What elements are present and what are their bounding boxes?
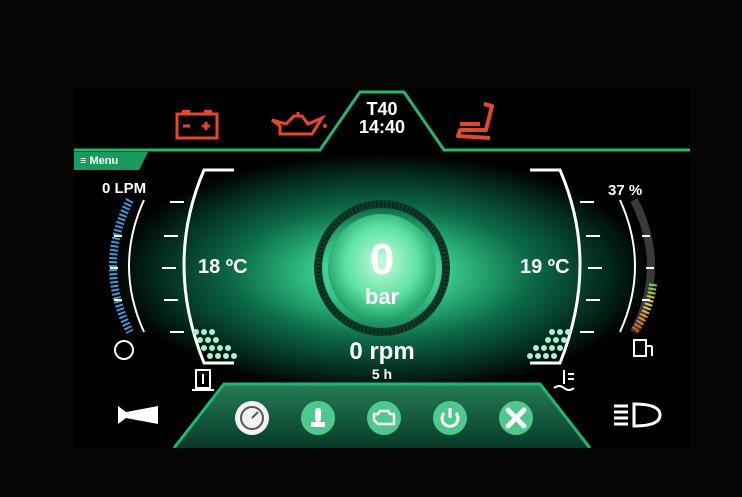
seat-warning-icon <box>452 102 500 142</box>
left-temp-readout: 18 ºC <box>198 256 248 278</box>
fuel-pump-icon <box>633 339 653 357</box>
device-bezel: T40 14:40 ≡ Menu 0 LPM 37 % 18 ºC 19 ºC … <box>0 0 742 497</box>
pressure-value: 0 <box>369 235 395 284</box>
hydraulic-oil-icon <box>192 369 214 391</box>
headlight-icon <box>614 402 662 428</box>
hour-meter: 5 h <box>371 366 393 382</box>
horn-icon <box>118 406 158 424</box>
gauges-button[interactable] <box>234 400 270 436</box>
clock: 14:40 <box>358 117 406 137</box>
power-icon <box>433 401 467 435</box>
speedometer-icon <box>235 401 269 435</box>
vehicle-id: T40 <box>366 99 398 119</box>
joystick-icon <box>301 401 335 435</box>
engine-button[interactable] <box>366 400 402 436</box>
oil-pressure-warning-icon <box>268 110 330 138</box>
coolant-temp-icon <box>553 370 575 391</box>
engine-icon <box>367 401 401 435</box>
flow-readout: 0 LPM <box>102 180 147 197</box>
right-temp-readout: 19 ºC <box>520 256 570 278</box>
fuel-readout: 37 % <box>608 182 643 199</box>
dashboard-screen: T40 14:40 ≡ Menu 0 LPM 37 % 18 ºC 19 ºC … <box>74 88 690 448</box>
settings-button[interactable] <box>498 400 534 436</box>
wrench-icon <box>499 401 533 435</box>
joystick-button[interactable] <box>300 400 336 436</box>
power-button[interactable] <box>432 400 468 436</box>
battery-warning-icon <box>174 108 220 140</box>
filter-icon <box>114 340 134 360</box>
pressure-unit: bar <box>364 284 400 309</box>
rpm-readout: 0 rpm <box>349 338 415 365</box>
menu-button[interactable]: ≡ Menu <box>74 152 148 170</box>
